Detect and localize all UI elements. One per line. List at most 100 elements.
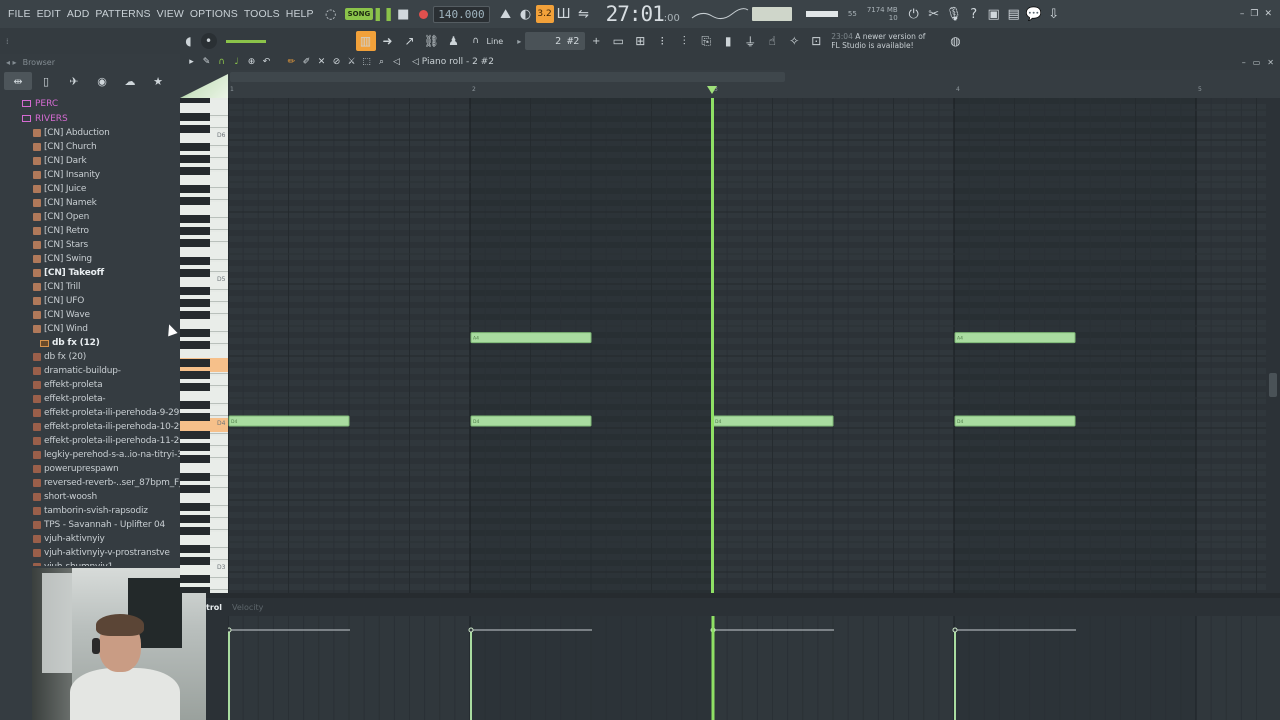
black-key[interactable]	[180, 455, 210, 463]
black-key[interactable]	[180, 527, 210, 535]
snap-select[interactable]: Line	[487, 37, 504, 46]
tool-options-icon[interactable]: ✎	[201, 57, 212, 67]
globe-icon[interactable]: ◍	[945, 31, 965, 51]
tab-favorites-icon[interactable]: ★	[144, 72, 172, 90]
download-icon[interactable]: ⇩	[1044, 4, 1064, 24]
menu-edit[interactable]: EDIT	[34, 8, 64, 20]
channel-rack-icon[interactable]: ⁝	[652, 31, 672, 51]
power-icon[interactable]: ⏻	[904, 4, 924, 24]
countdown-icon[interactable]: 3.2	[535, 5, 554, 23]
browser-item[interactable]: vjuh-shumnyiy1	[0, 560, 180, 566]
browser-item[interactable]: [CN] Wind	[0, 322, 180, 336]
browser-item[interactable]: effekt-proleta-ili-perehoda-11-29960	[0, 434, 180, 448]
wand-icon[interactable]: ✧	[784, 31, 804, 51]
touch-icon[interactable]: ☝	[762, 31, 782, 51]
black-key[interactable]	[180, 155, 210, 163]
minimize-icon[interactable]: –	[1242, 58, 1246, 67]
undo-icon[interactable]: ↶	[261, 57, 272, 67]
menu-help[interactable]: HELP	[283, 8, 317, 20]
magnet-snap-icon[interactable]: ∩	[216, 57, 227, 67]
playlist-icon[interactable]: ▭	[608, 31, 628, 51]
control-label[interactable]: trol	[206, 603, 222, 612]
pattern-arrow-icon[interactable]: ▸	[517, 37, 521, 46]
browser-item[interactable]: dramatic-buildup-	[0, 364, 180, 378]
browser-item[interactable]: poweruprespawn	[0, 462, 180, 476]
menu-tools[interactable]: TOOLS	[241, 8, 283, 20]
black-key[interactable]	[180, 575, 210, 583]
close-icon[interactable]: ✕	[1264, 9, 1272, 19]
velocity-handle[interactable]	[952, 627, 958, 633]
minimize-icon[interactable]: –	[1240, 9, 1245, 19]
velocity-pane[interactable]	[228, 616, 1280, 720]
piano-keyboard[interactable]: D6 D5 D4 D3	[180, 98, 228, 593]
browser-item[interactable]: [CN] Namek	[0, 196, 180, 210]
black-key[interactable]	[180, 359, 210, 367]
record-icon[interactable]	[413, 4, 433, 24]
black-key[interactable]	[180, 299, 210, 307]
browser-item[interactable]: [CN] Open	[0, 210, 180, 224]
step-icon[interactable]: ➜	[378, 31, 398, 51]
menu-options[interactable]: OPTIONS	[187, 8, 241, 20]
metronome-icon[interactable]: ⛰	[496, 4, 516, 24]
menu-view[interactable]: VIEW	[154, 8, 187, 20]
master-pitch-knob-icon[interactable]: •	[200, 33, 217, 49]
vertical-scrollbar[interactable]	[1266, 98, 1280, 593]
slide-icon[interactable]: ↗	[400, 31, 420, 51]
menu-add[interactable]: ADD	[64, 8, 92, 20]
playhead-marker[interactable]	[707, 86, 717, 94]
browser-arrows-icon[interactable]: ◂ ▸	[6, 58, 17, 67]
black-key[interactable]	[180, 239, 210, 247]
browser-item[interactable]: short-woosh	[0, 490, 180, 504]
browser-item[interactable]: [CN] UFO	[0, 294, 180, 308]
timeline-ruler[interactable]: 12345	[228, 84, 1268, 98]
mixer-window-icon[interactable]: ⫶	[674, 31, 694, 51]
black-key[interactable]	[180, 503, 210, 511]
black-key[interactable]	[180, 557, 210, 565]
black-key[interactable]	[180, 197, 210, 205]
black-key[interactable]	[180, 257, 210, 265]
select-tool-icon[interactable]: ⬚	[361, 57, 372, 67]
horizontal-scrollbar[interactable]	[230, 72, 785, 82]
browser-item[interactable]: effekt-proleta-ili-perehoda-9-29981	[0, 406, 180, 420]
tree-folder[interactable]: PERC	[0, 96, 180, 111]
slice-tool-icon[interactable]: ⚔	[346, 57, 357, 67]
note-d4[interactable]: D4	[712, 415, 834, 427]
microphone-icon[interactable]: 🎙	[944, 4, 964, 24]
browser-item[interactable]: [CN] Dark	[0, 154, 180, 168]
menu-file[interactable]: FILE	[5, 8, 34, 20]
browser-item[interactable]: vjuh-aktivnyiy	[0, 532, 180, 546]
close-icon[interactable]: ✕	[1267, 58, 1274, 67]
tab-sounds-icon[interactable]: ◉	[88, 72, 116, 90]
note-d4[interactable]: D4	[228, 415, 350, 427]
stop-icon[interactable]: ■	[393, 4, 413, 24]
note-body[interactable]	[954, 415, 1076, 427]
paint-tool-icon[interactable]: ✐	[301, 57, 312, 67]
browser-item[interactable]: effekt-proleta-	[0, 392, 180, 406]
browser-item[interactable]: db fx (20)	[0, 350, 180, 364]
black-key[interactable]	[180, 329, 210, 337]
typing-keyboard-icon[interactable]: ▥	[355, 31, 376, 51]
browser-item[interactable]: [CN] Swing	[0, 252, 180, 266]
black-key[interactable]	[180, 515, 210, 523]
note-body[interactable]	[954, 332, 1076, 344]
news-panel[interactable]: 23:04 A newer version of FL Studio is av…	[831, 32, 925, 50]
black-key[interactable]	[180, 98, 210, 103]
note-a4[interactable]: A4	[954, 332, 1076, 344]
tab-current-project-icon[interactable]: ▯	[32, 72, 60, 90]
maximize-icon[interactable]: ▭	[1253, 58, 1261, 67]
browser-icon[interactable]: ⎘	[696, 31, 716, 51]
black-key[interactable]	[180, 413, 210, 421]
browser-item[interactable]: [CN] Church	[0, 140, 180, 154]
browser-item[interactable]: vjuh-aktivnyiy-v-prostranstve	[0, 546, 180, 560]
tree-folder[interactable]: RIVERS	[0, 111, 180, 126]
tools-icon[interactable]: ✂	[924, 4, 944, 24]
cart-icon[interactable]: ⊡	[806, 31, 826, 51]
browser-item[interactable]: [CN] Retro	[0, 224, 180, 238]
black-key[interactable]	[180, 113, 210, 121]
browser-item[interactable]: [CN] Insanity	[0, 168, 180, 182]
song-mode-button[interactable]: SONG	[344, 8, 374, 20]
velocity-handle[interactable]	[228, 627, 232, 633]
black-key[interactable]	[180, 125, 210, 133]
black-key[interactable]	[180, 185, 210, 193]
step-edit-icon[interactable]: Ш	[554, 4, 574, 24]
